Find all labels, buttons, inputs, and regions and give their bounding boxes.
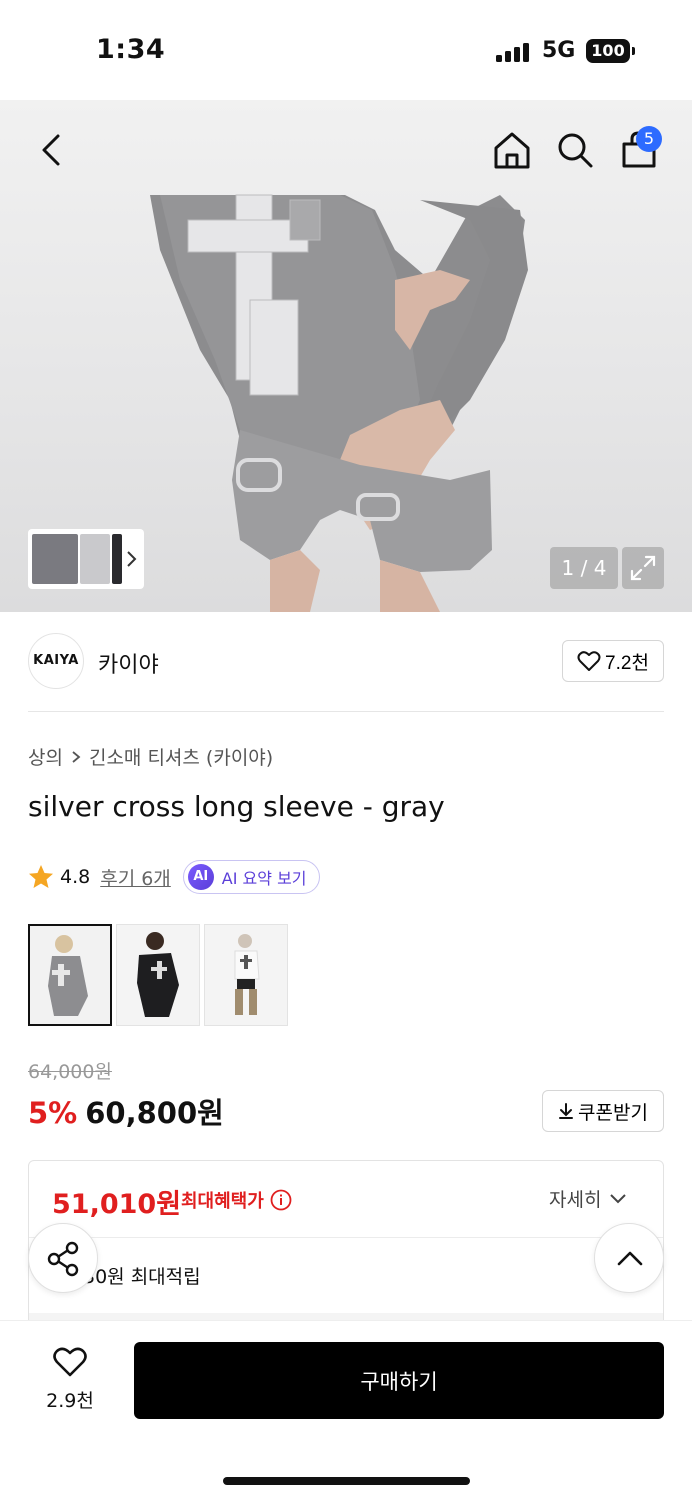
chevron-left-icon (42, 134, 60, 166)
gallery-thumb[interactable] (32, 534, 78, 584)
benefit-detail-button[interactable]: 자세히 (549, 1185, 627, 1212)
chevron-down-icon (610, 1193, 627, 1203)
coupon-label: 쿠폰받기 (578, 1102, 648, 1124)
expand-icon (630, 555, 656, 581)
battery-tip (632, 47, 635, 55)
home-icon (494, 132, 530, 169)
price-row: 5% 60,800원 (28, 1090, 224, 1132)
brand-logo[interactable]: KAIYA (28, 633, 84, 689)
ai-summary-button[interactable]: AI AI 요약 보기 (182, 860, 320, 894)
brand-name[interactable]: 카이야 (98, 647, 159, 679)
max-benefit-label: 최대혜택가 (181, 1187, 292, 1213)
breadcrumb-category[interactable]: 상의 (28, 743, 63, 770)
search-button[interactable] (555, 130, 595, 170)
back-button[interactable] (34, 130, 70, 170)
wish-count: 2.9천 (46, 1390, 94, 1412)
chevron-right-icon (127, 551, 137, 567)
status-time: 1:34 (96, 34, 166, 65)
expand-button[interactable] (622, 547, 664, 589)
product-title: silver cross long sleeve - gray (28, 790, 445, 823)
color-swatches (28, 924, 288, 1026)
swatch-gray[interactable] (28, 924, 112, 1026)
points-text: 30원 최대적립 (83, 1266, 201, 1288)
swatch-white[interactable] (204, 924, 288, 1026)
status-bar: 1:34 5G 100 (0, 0, 692, 100)
signal-icon (496, 42, 532, 62)
gallery-thumb[interactable] (80, 534, 110, 584)
home-button[interactable] (492, 130, 532, 170)
discount-rate: 5% (28, 1096, 78, 1130)
benefit-box: 51,010원 최대혜택가 자세히 30원 최대적립 (28, 1160, 664, 1330)
ai-summary-label: AI 요약 보기 (221, 869, 307, 888)
battery-icon: 100 (586, 39, 630, 63)
breadcrumb-subcategory[interactable]: 긴소매 티셔츠 (카이야) (89, 743, 273, 770)
heart-icon (53, 1347, 87, 1377)
rating-row: 4.8 후기 6개 AI AI 요약 보기 (28, 860, 320, 894)
scroll-top-button[interactable] (594, 1223, 664, 1293)
max-benefit-text: 최대혜택가 (181, 1191, 264, 1212)
buy-button[interactable]: 구매하기 (134, 1342, 664, 1419)
swatch-white-image (205, 925, 287, 1025)
star-icon (29, 865, 53, 888)
home-indicator (223, 1477, 470, 1485)
download-icon (559, 1103, 574, 1119)
coupon-button[interactable]: 쿠폰받기 (542, 1090, 664, 1132)
cart-count-badge: 5 (636, 126, 662, 152)
info-icon[interactable] (270, 1189, 292, 1211)
divider (28, 711, 664, 712)
original-price: 64,000원 (28, 1061, 112, 1083)
sale-price: 60,800원 (85, 1096, 224, 1130)
search-icon (558, 133, 593, 168)
swatch-black-image (117, 925, 199, 1025)
swatch-black[interactable] (116, 924, 200, 1026)
network-type: 5G (542, 38, 576, 63)
gallery-thumbnail-strip[interactable] (28, 529, 144, 589)
swatch-gray-image (30, 926, 110, 1024)
max-benefit-price: 51,010원 (52, 1189, 182, 1220)
review-link[interactable]: 후기 6개 (100, 864, 171, 891)
brand-like-count: 7.2천 (605, 652, 649, 674)
chevron-up-icon (617, 1251, 643, 1266)
heart-icon (577, 651, 601, 671)
share-button[interactable] (28, 1223, 98, 1293)
wish-button[interactable]: 2.9천 (30, 1346, 110, 1413)
chevron-right-icon (72, 750, 81, 763)
divider (29, 1237, 663, 1238)
brand-like-button[interactable]: 7.2천 (562, 640, 664, 682)
benefit-detail-label: 자세히 (549, 1190, 602, 1211)
rating-score: 4.8 (60, 866, 91, 888)
ai-badge-icon: AI (187, 864, 214, 890)
gallery-thumb[interactable] (112, 534, 122, 584)
share-icon (47, 1241, 79, 1277)
breadcrumb: 상의 긴소매 티셔츠 (카이야) (28, 743, 273, 770)
gallery-counter: 1 / 4 (550, 547, 618, 589)
